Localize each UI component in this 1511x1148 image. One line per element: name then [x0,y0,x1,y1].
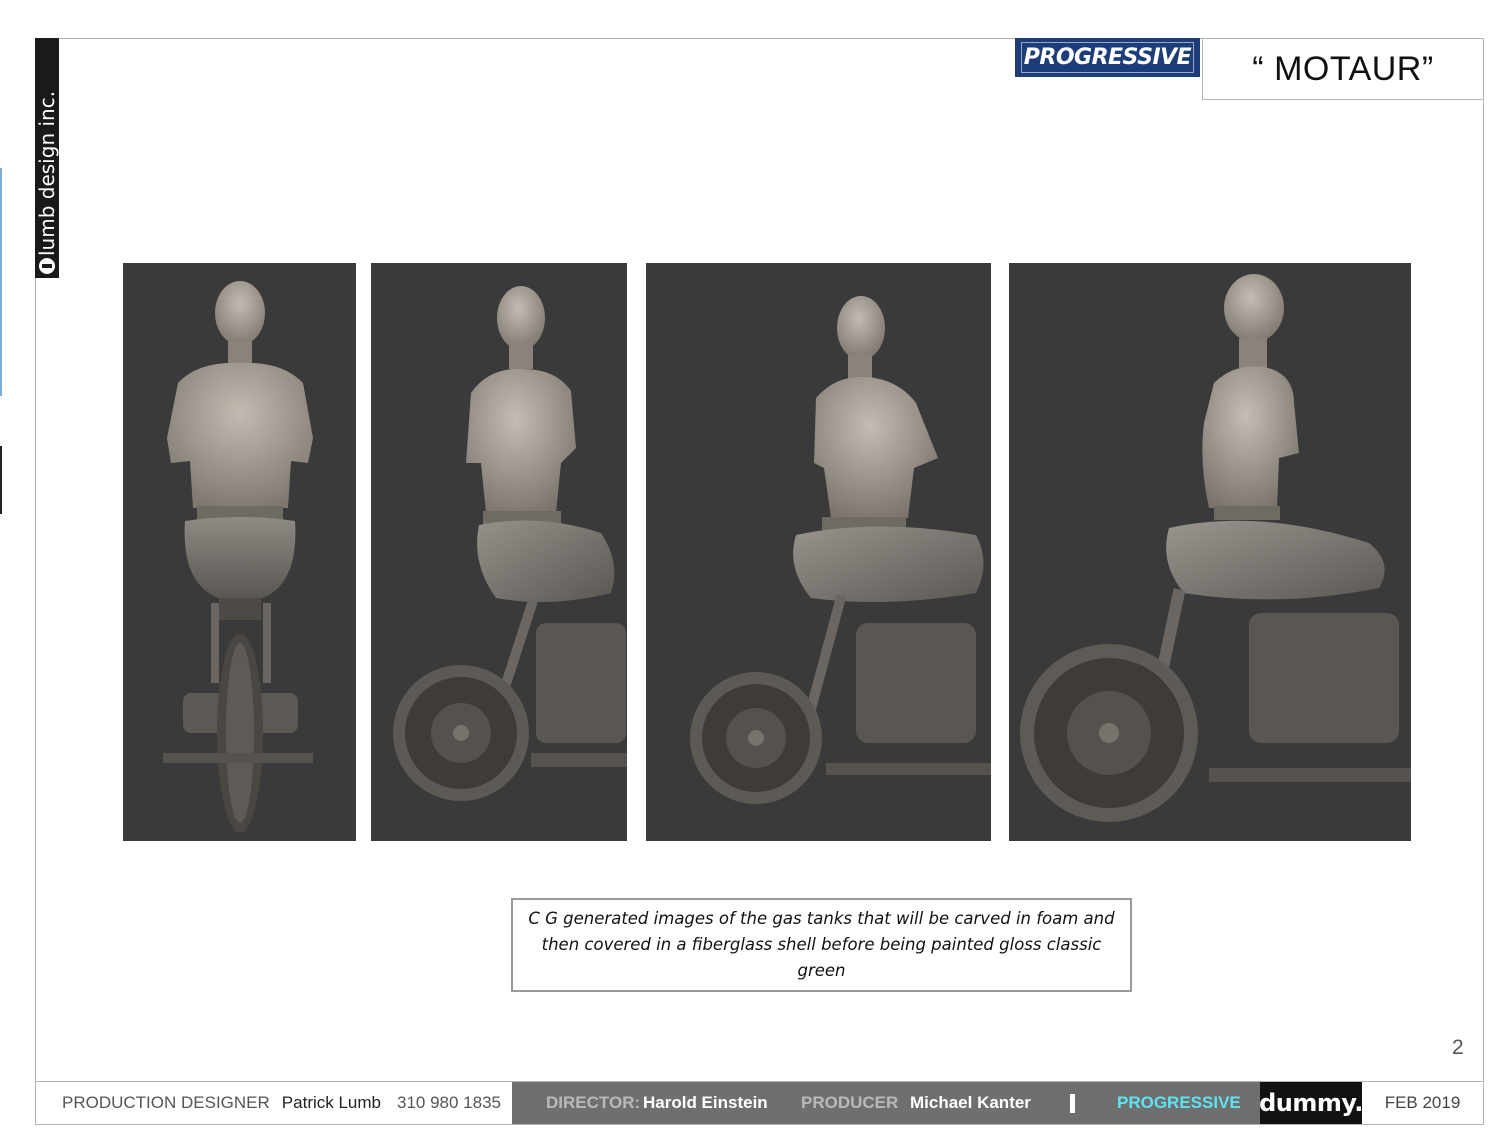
client-name: PROGRESSIVE [1117,1093,1241,1112]
director-label: DIRECTOR: [546,1093,641,1112]
motaur-front-render [163,281,313,833]
footer-credits-center: DIRECTOR: Harold Einstein PRODUCER Micha… [512,1082,1260,1124]
side-accent-line [0,168,2,396]
producer-name: Michael Kanter [910,1093,1031,1112]
company-logo-text: dummy. [1259,1089,1363,1117]
production-designer-phone: 310 980 1835 [397,1093,501,1112]
progressive-logo: PROGRESSIVE [1015,38,1200,77]
footer: PRODUCTION DESIGNER Patrick Lumb 310 980… [35,1081,1484,1125]
production-designer-name: Patrick Lumb [281,1093,381,1112]
brand-name: lumb design inc. [35,90,59,256]
company-logo: dummy. [1259,1082,1363,1124]
render-panel-three-quarter [371,263,627,841]
render-panel-side [1009,263,1411,841]
progressive-logo-text: PROGRESSIVE [1023,45,1192,70]
footer-separator [1070,1094,1075,1113]
motaur-three-quarter-render [393,286,627,801]
render-panel-oblique [646,263,991,841]
brand-logo: lumb design inc. [35,38,59,278]
brand-mark-icon [39,258,55,274]
director-name: Harold Einstein [643,1093,768,1112]
caption-box: C G generated images of the gas tanks th… [511,898,1132,992]
motaur-oblique-render [690,296,991,804]
producer-label: PRODUCER [801,1093,899,1112]
footer-credits-left: PRODUCTION DESIGNER Patrick Lumb 310 980… [36,1082,512,1124]
render-panel-front [123,263,356,841]
side-marker-line [0,446,2,514]
motaur-side-render [1020,274,1411,822]
page-number: 2 [1452,1036,1464,1059]
caption-text: C G generated images of the gas tanks th… [528,909,1115,980]
production-designer-label: PRODUCTION DESIGNER [62,1093,270,1112]
page-title: “ MOTAUR” [1252,49,1434,88]
footer-date: FEB 2019 [1384,1093,1461,1112]
title-box: “ MOTAUR” [1202,38,1484,100]
